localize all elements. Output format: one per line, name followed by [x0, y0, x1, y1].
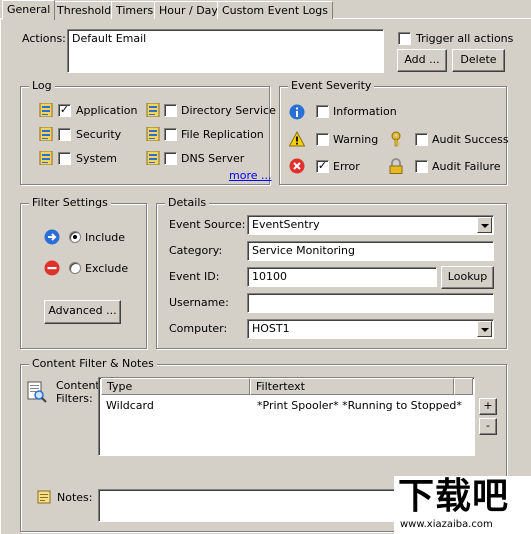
warning-icon	[289, 131, 305, 147]
chevron-down-icon[interactable]	[477, 217, 492, 233]
log-directory-service-checkbox[interactable]	[164, 104, 177, 117]
filter-settings-title: Filter Settings	[29, 196, 111, 210]
log-system-checkbox[interactable]	[58, 152, 71, 165]
lock-icon	[389, 158, 403, 174]
event-log-icon	[146, 127, 160, 141]
watermark: 下载吧 www.xiazaiba.com	[394, 476, 531, 534]
column-header-filtertext[interactable]: Filtertext	[250, 378, 454, 395]
tab-hour-day[interactable]: Hour / Day	[154, 1, 223, 19]
column-header-type[interactable]: Type	[101, 378, 250, 395]
tab-timers[interactable]: Timers	[111, 1, 159, 19]
filter-settings-group: Filter Settings	[20, 196, 147, 349]
severity-audit-success-label: Audit Success	[432, 133, 509, 146]
content-filters-label: Content	[56, 379, 100, 392]
severity-warning-checkbox[interactable]	[316, 133, 329, 146]
severity-error-checkbox[interactable]: ✓	[316, 160, 329, 173]
advanced-button[interactable]: Advanced ...	[44, 300, 121, 324]
event-log-icon	[39, 151, 53, 165]
watermark-logo: 下载吧	[398, 476, 510, 517]
computer-dropdown[interactable]: HOST1	[247, 319, 494, 339]
tab-general[interactable]: General	[2, 0, 56, 20]
watermark-url: www.xiazaiba.com	[400, 519, 493, 530]
log-file-replication-label: File Replication	[181, 128, 264, 141]
table-cell-filtertext: *Print Spooler* *Running to Stopped*	[257, 399, 462, 412]
severity-audit-failure-label: Audit Failure	[432, 160, 501, 173]
category-field[interactable]: Service Monitoring	[247, 241, 494, 261]
actions-list-item[interactable]: Default Email	[72, 32, 146, 45]
tab-custom-event-logs[interactable]: Custom Event Logs	[217, 1, 334, 19]
column-header-spacer	[454, 378, 473, 395]
event-source-dropdown[interactable]: EventSentry	[247, 215, 494, 235]
delete-action-button[interactable]: Delete	[452, 49, 505, 72]
add-action-button[interactable]: Add ...	[397, 49, 447, 72]
lookup-button[interactable]: Lookup	[441, 266, 494, 289]
actions-label: Actions:	[22, 32, 66, 45]
severity-warning-label: Warning	[333, 133, 379, 146]
content-filter-title: Content Filter & Notes	[29, 357, 157, 371]
event-log-icon	[39, 103, 53, 117]
actions-list[interactable]: Default Email	[67, 29, 384, 73]
info-icon	[289, 104, 305, 120]
include-radio[interactable]	[69, 231, 81, 243]
severity-audit-success-checkbox[interactable]	[415, 133, 428, 146]
severity-audit-failure-checkbox[interactable]	[415, 160, 428, 173]
exclude-label: Exclude	[85, 262, 129, 275]
event-log-icon	[146, 103, 160, 117]
tab-threshold[interactable]: Threshold	[52, 1, 117, 19]
table-row[interactable]: Wildcard *Print Spooler* *Running to Sto…	[101, 398, 473, 414]
minus-circle-icon	[44, 260, 60, 276]
include-label: Include	[85, 231, 126, 244]
username-field[interactable]	[247, 293, 494, 313]
severity-information-label: Information	[333, 105, 397, 118]
key-icon	[391, 131, 401, 147]
log-application-checkbox[interactable]: ✓	[58, 104, 71, 117]
notes-icon	[37, 490, 51, 504]
severity-information-checkbox[interactable]	[316, 105, 329, 118]
log-security-checkbox[interactable]	[58, 128, 71, 141]
event-log-icon	[146, 151, 160, 165]
event-id-field[interactable]: 10100	[247, 267, 437, 287]
event-log-icon	[39, 127, 53, 141]
log-dns-server-checkbox[interactable]	[164, 152, 177, 165]
add-filter-button[interactable]: +	[479, 398, 497, 415]
exclude-radio[interactable]	[69, 262, 81, 274]
event-source-value: EventSentry	[252, 218, 320, 231]
log-group-title: Log	[29, 79, 55, 93]
event-source-label: Event Source:	[169, 218, 246, 231]
trigger-all-label: Trigger all actions	[416, 32, 514, 45]
username-label: Username:	[169, 296, 229, 309]
log-dns-server-label: DNS Server	[181, 152, 245, 165]
log-application-label: Application	[76, 104, 138, 117]
chevron-down-icon[interactable]	[477, 321, 492, 337]
severity-error-label: Error	[333, 160, 360, 173]
content-filters-table[interactable]: Type Filtertext Wildcard *Print Spooler*…	[98, 377, 475, 456]
details-title: Details	[165, 196, 210, 210]
category-label: Category:	[169, 244, 223, 257]
error-icon	[289, 158, 305, 174]
event-id-label: Event ID:	[169, 270, 220, 283]
arrow-right-icon	[44, 229, 60, 245]
log-security-label: Security	[76, 128, 122, 141]
more-logs-link[interactable]: more ...	[229, 169, 271, 183]
log-file-replication-checkbox[interactable]	[164, 128, 177, 141]
remove-filter-button[interactable]: -	[479, 418, 497, 435]
event-severity-title: Event Severity	[288, 79, 375, 93]
content-filters-label-line2: Filters:	[56, 392, 93, 405]
log-directory-service-label: Directory Service	[181, 104, 276, 117]
search-document-icon	[27, 381, 47, 403]
log-system-label: System	[76, 152, 118, 165]
trigger-all-checkbox[interactable]	[398, 32, 411, 45]
computer-value: HOST1	[252, 322, 290, 335]
notes-label: Notes:	[57, 491, 93, 504]
computer-label: Computer:	[169, 322, 228, 335]
table-cell-type: Wildcard	[106, 399, 154, 412]
